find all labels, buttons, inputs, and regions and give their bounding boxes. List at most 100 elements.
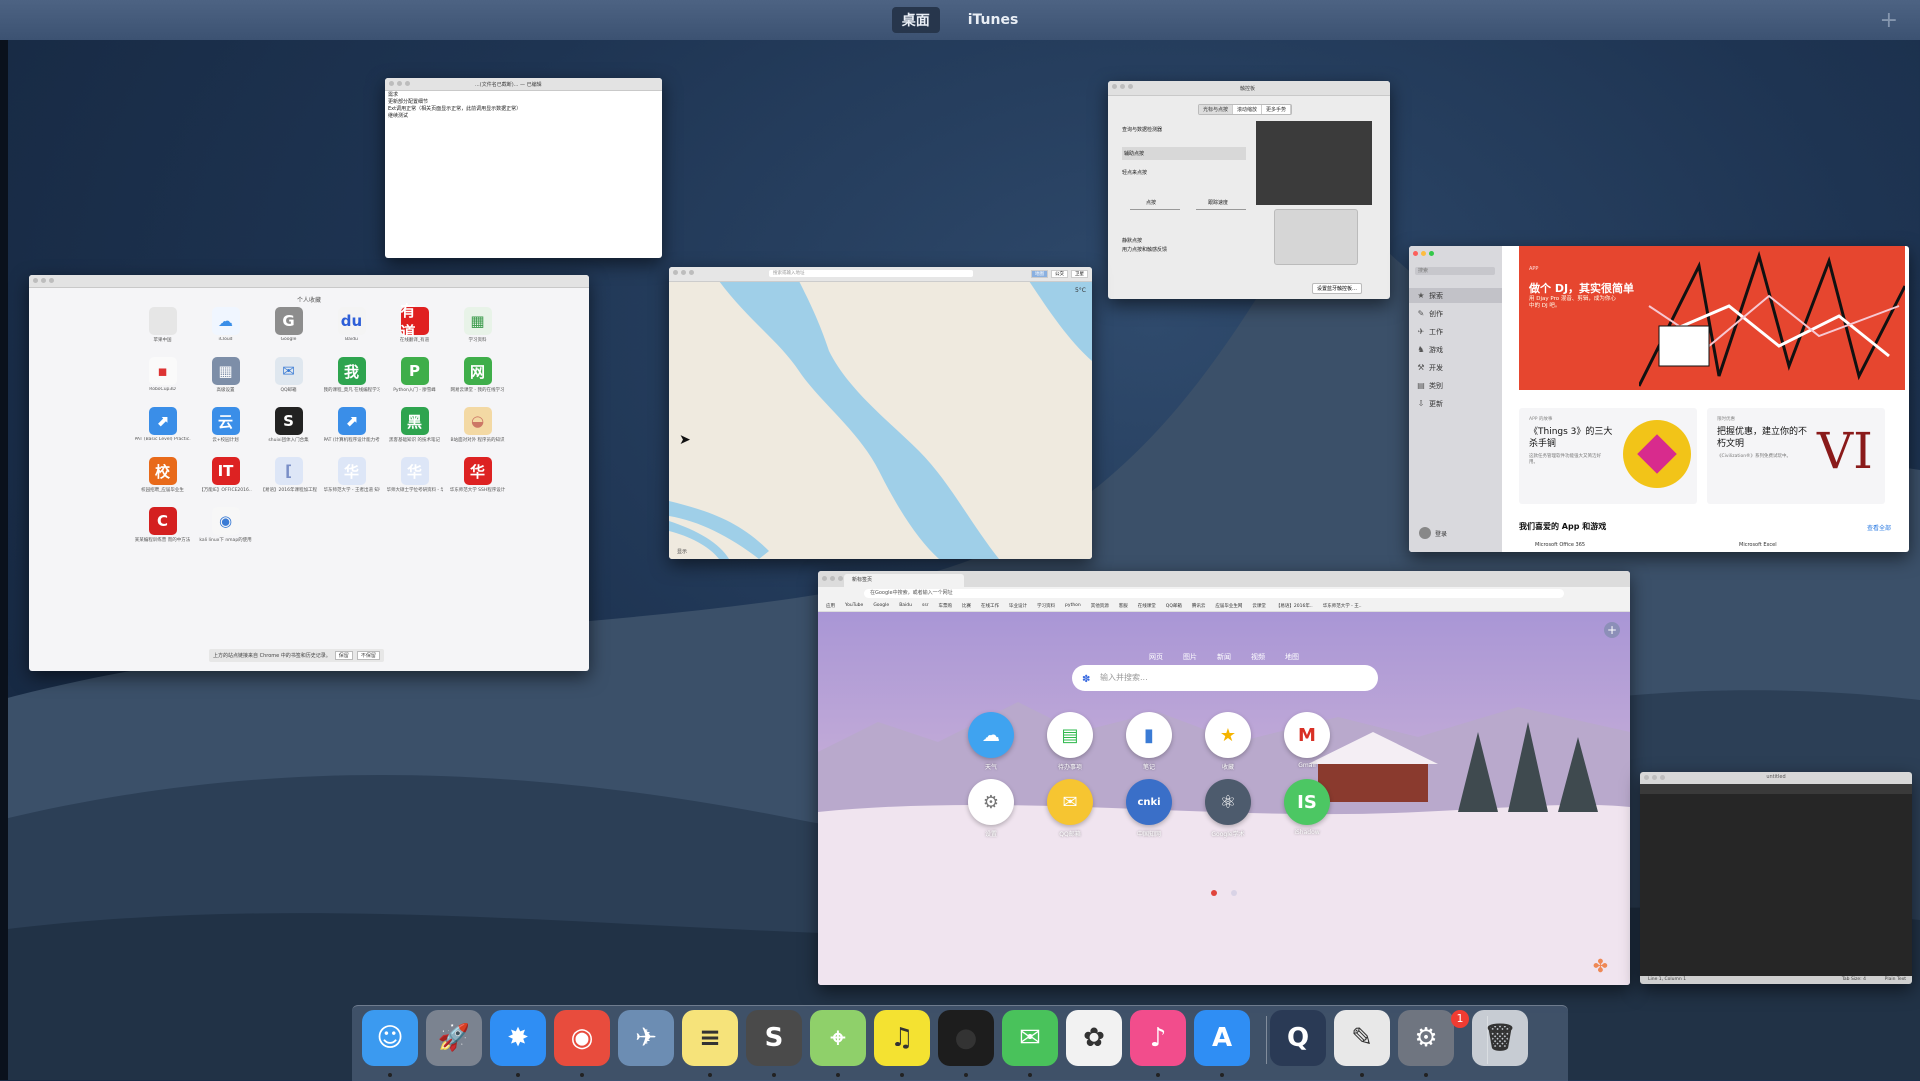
notes-icon[interactable]: ≡ [682,1010,738,1066]
app-shortcut[interactable]: 华华师大硕士学位考研资料 - 华 [383,457,446,507]
app-shortcut[interactable]: C 某某编程训练营 而的中方法 [131,507,194,557]
quicktime-icon[interactable]: Q [1270,1010,1326,1066]
app-shortcut[interactable]: ✉ QQ邮箱 [257,357,320,407]
window-controls[interactable] [673,270,694,275]
app-excel[interactable]: Microsoft Excel [1739,542,1777,548]
bookmark-item[interactable]: YouTube [845,603,863,608]
bookmark-item[interactable]: 华东师范大学 - 王.. [1323,603,1362,609]
map-mode-map[interactable]: 地图 [1031,270,1048,278]
click-slider[interactable] [1130,209,1180,210]
speed-dial-site[interactable]: ✉ QQ邮箱 [1035,779,1105,838]
bookmark-item[interactable]: ssr [922,603,929,608]
store-nav-item[interactable]: ♞ 游戏 [1409,342,1502,357]
bookmark-item[interactable]: 应届毕业生网 [1215,603,1242,609]
featured-banner[interactable]: APP 做个 DJ，其实很简单 用 Djay Pro 混音、剪辑，成为你心中的 … [1519,246,1905,390]
map-canvas[interactable] [669,281,1092,559]
window-controls[interactable] [1413,251,1434,256]
add-shortcut-button[interactable]: + [1604,622,1620,638]
app-office365[interactable]: Microsoft Office 365 [1535,542,1585,548]
page-indicator[interactable] [1211,890,1237,896]
preview-icon[interactable]: ✈ [618,1010,674,1066]
launchpad-icon[interactable]: 🚀 [426,1010,482,1066]
app-shortcut[interactable]: ⬈ PAT (Basic Level) Practic.. [131,407,194,457]
search-category-tab[interactable]: 视频 [1251,652,1265,662]
window-controls[interactable] [33,278,54,283]
map-mode-satellite[interactable]: 卫星 [1071,270,1088,278]
search-category-tab[interactable]: 地图 [1285,652,1299,662]
pref-tap-to-click[interactable]: 轻点来点按 [1122,169,1242,176]
bookmark-item[interactable]: Google [873,603,889,608]
map-mode-transit[interactable]: 公交 [1051,270,1068,278]
search-category-tab[interactable]: 网页 [1149,652,1163,662]
app-shortcut[interactable]: du Baidu [320,307,383,357]
discard-button[interactable]: 不保留 [356,651,380,660]
bookmark-item[interactable]: 其他资源 [1091,603,1109,609]
chrome-icon[interactable]: ◉ [554,1010,610,1066]
speed-dial-site[interactable]: ▤ 待办事项 [1035,712,1105,771]
trash-icon[interactable]: 🗑 [1472,1010,1528,1066]
app-shortcut[interactable]: G Google [257,307,320,357]
store-nav-item[interactable]: ✈ 工作 [1409,324,1502,339]
speed-dial-site[interactable]: ⚛ Google学术 [1193,779,1263,838]
bookmark-item[interactable]: python [1065,603,1081,608]
app-shortcut[interactable]: 有道 在线翻译_有道 [383,302,446,357]
system-preferences-icon[interactable]: ⚙ [1398,1010,1454,1066]
bookmark-item[interactable]: 在线工作 [981,603,999,609]
add-space-button[interactable]: + [1880,8,1898,33]
app-shortcut[interactable]: ▦ 高级设置 [194,357,257,407]
app-shortcut[interactable]: ▦ 学习资料 [446,307,509,357]
pref-lookup[interactable]: 查询与数据检测器 [1122,126,1242,133]
bookmark-item[interactable]: 腾讯云 [1192,603,1206,609]
bookmark-item[interactable]: 学习资料 [1037,603,1055,609]
store-nav-item[interactable]: ✎ 创作 [1409,306,1502,321]
sublime-icon[interactable]: S [746,1010,802,1066]
story-card-civilization[interactable]: 限时优惠 把握优惠，建立你的不朽文明 《Civilization®》系列免费试玩… [1707,408,1885,504]
maps-icon[interactable]: ⌖ [810,1010,866,1066]
search-category-tab[interactable]: 新闻 [1217,652,1231,662]
speed-dial-site[interactable]: ⚙ 设置 [956,779,1026,838]
space-tab-itunes[interactable]: iTunes [958,9,1029,31]
space-tab-desktop[interactable]: 桌面 [891,7,940,33]
app-shortcut[interactable]: 华华东师范大学 - 王者出道 知乎 [320,457,383,507]
speed-dial-site[interactable]: IS iShadow [1272,779,1342,836]
store-nav-item[interactable]: ▤ 类别 [1409,378,1502,393]
omnibox-input[interactable]: 在Google中搜索，或者输入一个网址 [864,589,1564,598]
safari-icon[interactable]: ✸ [490,1010,546,1066]
baidu-search-input[interactable]: 输入并搜索... [1072,665,1378,691]
tab-size[interactable]: Tab Size: 4 [1842,976,1866,984]
store-nav-item[interactable]: ★ 探索 [1409,288,1502,303]
chrome-apps-window[interactable]: 个人收藏 苹果中国 ☁ iCloud G Google du Baidu 有道 在线翻译_有道 ▦… [29,275,589,671]
map-show-menu[interactable]: 显示 [677,548,687,555]
bookmark-item[interactable]: QQ邮箱 [1166,603,1182,609]
speed-dial-site[interactable]: ▮ 笔记 [1114,712,1184,771]
pref-secondary-click[interactable]: 辅助点按 [1122,147,1246,160]
bookmark-item[interactable]: 客服 [1119,603,1128,609]
syntax-selector[interactable]: Plain Text [1885,976,1906,984]
store-search-input[interactable]: 搜索 [1415,267,1495,275]
sublime-text-window[interactable]: untitled Line 1, Column 1 Tab Size: 4 Pl… [1640,772,1912,984]
photos-icon[interactable]: ✿ [1066,1010,1122,1066]
pinwheel-icon[interactable]: ✤ [1593,956,1608,977]
map-mode-switch[interactable]: 地图 公交 卫星 [1031,270,1088,278]
app-shortcut[interactable]: ◉ kali linux下 nmap的使用 [194,507,257,557]
app-shortcut[interactable]: ◒ B站面对对外 程序员的知识 [446,407,509,457]
window-controls[interactable] [1112,84,1133,89]
trackpad-preferences-window[interactable]: 触控板 光标与点按 滚动缩放 更多手势 查询与数据检测器 辅助点按 轻点来点按 … [1108,81,1390,299]
segment-point-click[interactable]: 光标与点按 [1199,105,1234,114]
setup-bluetooth-trackpad-button[interactable]: 设置蓝牙触控板… [1312,283,1363,294]
speed-dial-site[interactable]: ☁ 天气 [956,712,1026,771]
finder-icon[interactable]: ☺ [362,1010,418,1066]
app-shortcut[interactable]: ▪ RoboCup3D [131,357,194,407]
store-nav-item[interactable]: ⚒ 开发 [1409,360,1502,375]
app-shortcut[interactable]: P Python入门 - 廖雪峰 [383,357,446,407]
app-shortcut[interactable]: ☁ iCloud [194,307,257,357]
bookmark-item[interactable]: 比赛 [962,603,971,609]
app-shortcut[interactable]: Sshuixi团体入门合集 [257,407,320,457]
speed-dial-site[interactable]: M Gmail [1272,712,1342,769]
app-store-window[interactable]: 搜索 ★ 探索 ✎ 创作 ✈ 工作 ♞ 游戏 ⚒ 开发 ▤ 类别 ⇩ 更新 登录 APP 做个 DJ，其实… [1409,246,1909,552]
tab-new-tab[interactable]: 新标签页 [844,574,964,587]
bookmark-item[interactable]: 毕业设计 [1009,603,1027,609]
app-shortcut[interactable]: 苹果中国 [131,307,194,357]
document-body[interactable]: 需求 更新部分配置细节 Ext调用正常（相关页面显示正常，此前调用显示数据正常）… [388,92,521,120]
keep-button[interactable]: 保留 [334,651,353,660]
